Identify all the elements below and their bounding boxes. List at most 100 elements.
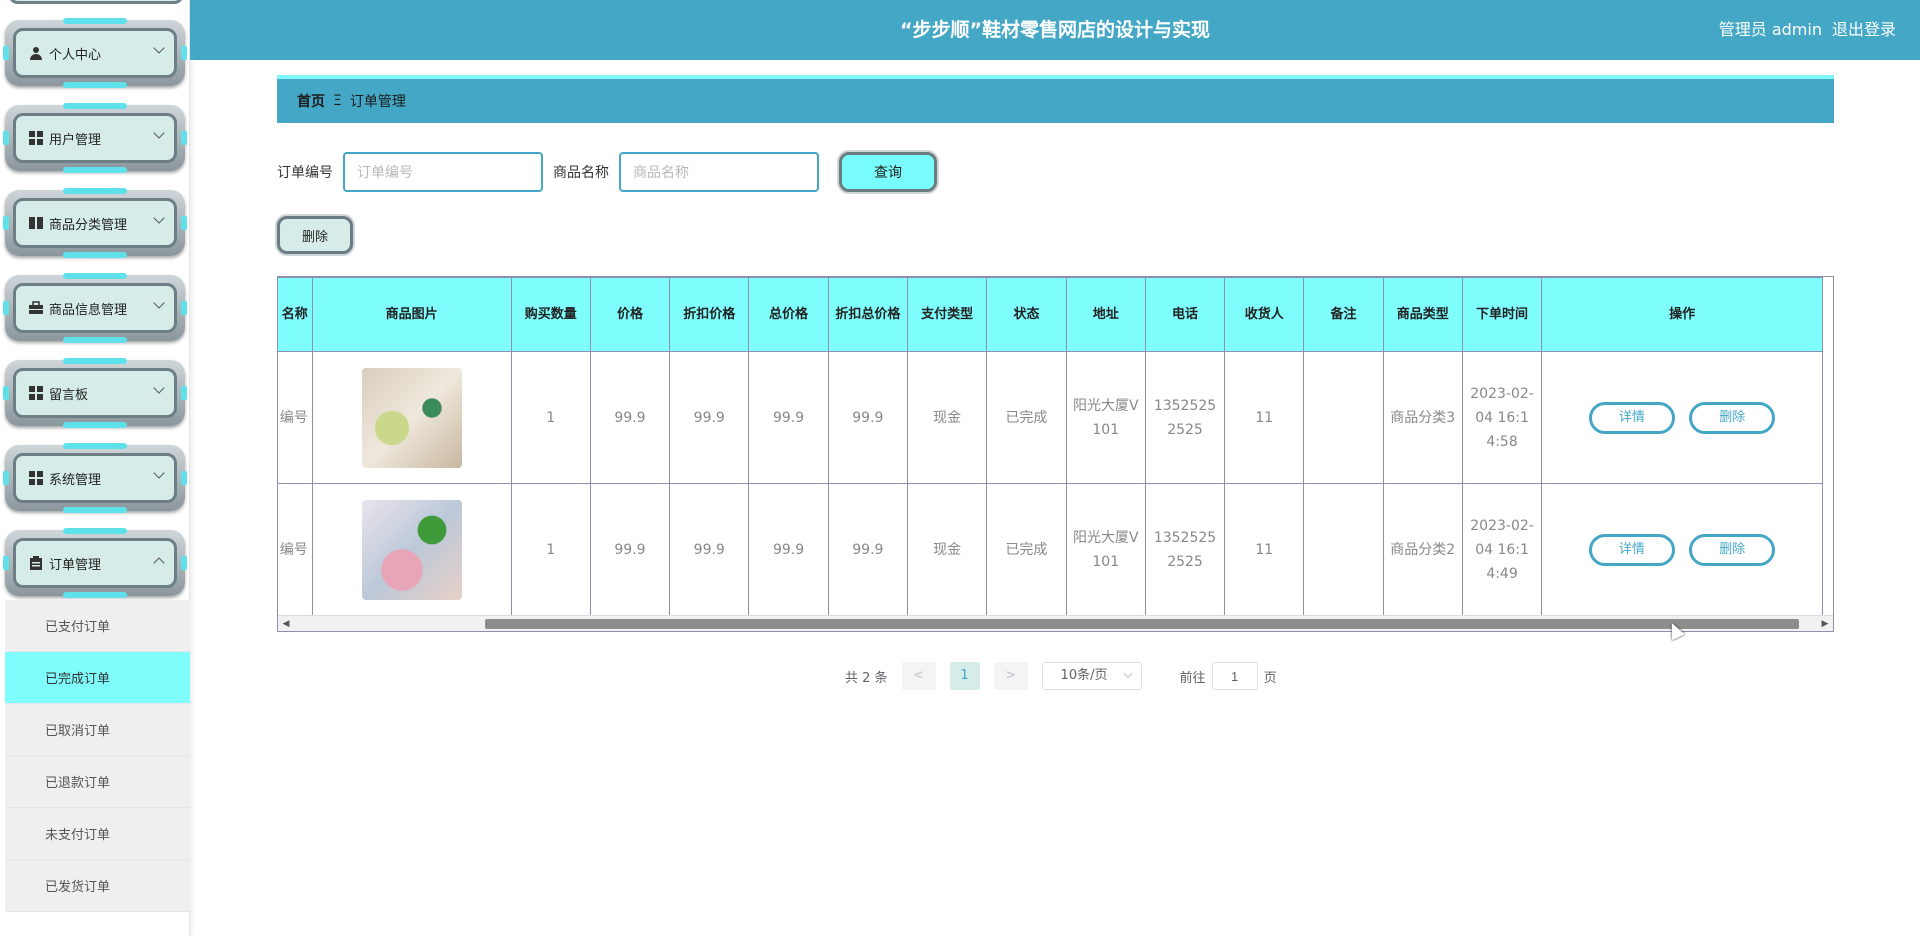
table-header-row: 名称 商品图片 购买数量 价格 折扣价格 总价格 折扣总价格 支付类型 状态 地… bbox=[278, 277, 1823, 352]
col-header-disc-price: 折扣价格 bbox=[669, 277, 750, 352]
submenu-completed-orders[interactable]: 已完成订单 bbox=[5, 652, 190, 704]
pagination-total: 共 2 条 bbox=[845, 670, 888, 686]
cell-disc-total: 99.9 bbox=[827, 483, 909, 616]
admin-user-label: 管理员 admin bbox=[1718, 20, 1822, 39]
col-header-phone: 电话 bbox=[1144, 277, 1226, 352]
sidebar-item-label: 个人中心 bbox=[49, 47, 102, 63]
cell-ops: 详情 删除 bbox=[1541, 483, 1823, 616]
col-header-name: 名称 bbox=[278, 277, 313, 352]
col-header-ops: 操作 bbox=[1541, 277, 1823, 352]
cell-time: 2023-02-04 16:14:58 bbox=[1461, 351, 1543, 484]
sidebar-item-message-board[interactable]: 留言板 bbox=[3, 358, 187, 428]
breadcrumb-home[interactable]: 首页 bbox=[297, 91, 325, 111]
sidebar-item-system-management[interactable]: 系统管理 bbox=[3, 443, 187, 513]
product-name-label: 商品名称 bbox=[553, 165, 609, 181]
breadcrumb-separator-icon: Ξ bbox=[333, 93, 342, 109]
cell-receiver: 11 bbox=[1224, 351, 1305, 484]
cell-disc-price: 99.9 bbox=[669, 483, 750, 616]
cell-time: 2023-02-04 16:14:49 bbox=[1461, 483, 1543, 616]
delete-button[interactable]: 删除 bbox=[1689, 401, 1776, 434]
order-number-label: 订单编号 bbox=[277, 165, 333, 181]
cell-total: 99.9 bbox=[748, 351, 829, 484]
cell-address: 阳光大厦V101 bbox=[1065, 483, 1146, 616]
sidebar-item-user-management[interactable]: 用户管理 bbox=[3, 103, 187, 173]
sidebar-item-category-management[interactable]: 商品分类管理 bbox=[3, 188, 187, 258]
menu-top-stub bbox=[8, 0, 184, 4]
breadcrumb-current: 订单管理 bbox=[349, 94, 406, 110]
sidebar-item-order-management[interactable]: 订单管理 bbox=[3, 528, 187, 598]
col-header-address: 地址 bbox=[1065, 277, 1146, 352]
cell-address: 阳光大厦V101 bbox=[1065, 351, 1146, 484]
goto-suffix: 页 bbox=[1263, 670, 1277, 686]
sidebar-item-product-management[interactable]: 商品信息管理 bbox=[3, 273, 187, 343]
prev-page-button[interactable]: < bbox=[901, 662, 936, 690]
sidebar-item-label: 留言板 bbox=[49, 387, 89, 403]
order-number-input[interactable] bbox=[343, 152, 543, 192]
scroll-thumb[interactable] bbox=[485, 619, 1799, 629]
cell-receiver: 11 bbox=[1224, 483, 1305, 616]
delete-button[interactable]: 删除 bbox=[1689, 533, 1776, 566]
horizontal-scrollbar[interactable]: ◀ ▶ bbox=[278, 615, 1833, 631]
sidebar-item-label: 商品信息管理 bbox=[49, 302, 128, 318]
submenu-unpaid-orders[interactable]: 未支付订单 bbox=[5, 808, 190, 860]
cell-note bbox=[1303, 351, 1384, 484]
grid-icon bbox=[29, 131, 43, 145]
cell-disc-total: 99.9 bbox=[827, 351, 909, 484]
sidebar-item-label: 用户管理 bbox=[49, 132, 102, 148]
cell-ops: 详情 删除 bbox=[1541, 351, 1823, 484]
cell-name: 编号 bbox=[278, 351, 313, 484]
header: “步步顺”鞋材零售网店的设计与实现 管理员 admin 退出登录 bbox=[190, 0, 1920, 60]
grid-icon bbox=[29, 471, 43, 485]
sidebar-item-label: 商品分类管理 bbox=[49, 217, 128, 233]
header-user-area: 管理员 admin 退出登录 bbox=[1719, 0, 1896, 60]
submenu-cancelled-orders[interactable]: 已取消订单 bbox=[5, 704, 190, 756]
logout-link[interactable]: 退出登录 bbox=[1832, 0, 1896, 60]
cell-pay-type: 现金 bbox=[906, 483, 988, 616]
col-header-category: 商品类型 bbox=[1382, 277, 1463, 352]
product-name-input[interactable] bbox=[619, 152, 819, 192]
submenu-refunded-orders[interactable]: 已退款订单 bbox=[5, 756, 190, 808]
sidebar-item-label: 系统管理 bbox=[49, 472, 102, 488]
cell-category: 商品分类2 bbox=[1382, 483, 1463, 616]
cell-status: 已完成 bbox=[986, 483, 1067, 616]
query-button[interactable]: 查询 bbox=[839, 152, 937, 192]
cell-note bbox=[1303, 483, 1384, 616]
col-header-image: 商品图片 bbox=[311, 277, 512, 352]
cell-disc-price: 99.9 bbox=[669, 351, 750, 484]
product-image bbox=[361, 367, 462, 468]
scroll-right-arrow-icon[interactable]: ▶ bbox=[1817, 616, 1833, 631]
cell-pay-type: 现金 bbox=[906, 351, 988, 484]
breadcrumb: 首页 Ξ 订单管理 bbox=[277, 75, 1834, 123]
sidebar-item-personal-center[interactable]: 个人中心 bbox=[3, 18, 187, 88]
detail-button[interactable]: 详情 bbox=[1588, 533, 1675, 566]
briefcase-icon bbox=[29, 301, 43, 315]
scroll-left-arrow-icon[interactable]: ◀ bbox=[278, 616, 294, 631]
cell-price: 99.9 bbox=[589, 483, 671, 616]
cell-name: 编号 bbox=[278, 483, 313, 616]
cell-image bbox=[311, 351, 512, 484]
sidebar-item-label: 订单管理 bbox=[49, 557, 102, 573]
book-icon bbox=[29, 216, 43, 230]
goto-page-input[interactable] bbox=[1211, 662, 1258, 690]
pagination: 共 2 条 < 1 > 10条/页 前往 页 bbox=[845, 662, 1277, 690]
cell-image bbox=[311, 483, 512, 616]
detail-button[interactable]: 详情 bbox=[1588, 401, 1675, 434]
batch-delete-button[interactable]: 删除 bbox=[277, 216, 353, 254]
page-size-select[interactable]: 10条/页 bbox=[1041, 662, 1142, 690]
clipboard-icon bbox=[29, 556, 43, 570]
col-header-disc-total: 折扣总价格 bbox=[827, 277, 909, 352]
col-header-total: 总价格 bbox=[748, 277, 829, 352]
cell-qty: 1 bbox=[510, 483, 591, 616]
page-number-1[interactable]: 1 bbox=[949, 662, 980, 690]
col-header-receiver: 收货人 bbox=[1224, 277, 1305, 352]
page-title: “步步顺”鞋材零售网店的设计与实现 bbox=[900, 19, 1210, 41]
submenu-paid-orders[interactable]: 已支付订单 bbox=[5, 600, 190, 652]
table-row: 编号 1 99.9 99.9 99.9 99.9 现金 已完成 阳光大厦V101… bbox=[278, 351, 1823, 484]
submenu-shipped-orders[interactable]: 已发货订单 bbox=[5, 860, 190, 912]
col-header-note: 备注 bbox=[1303, 277, 1384, 352]
product-image bbox=[361, 499, 462, 600]
cell-price: 99.9 bbox=[589, 351, 671, 484]
next-page-button[interactable]: > bbox=[993, 662, 1028, 690]
cell-total: 99.9 bbox=[748, 483, 829, 616]
goto-prefix: 前往 bbox=[1179, 670, 1206, 686]
